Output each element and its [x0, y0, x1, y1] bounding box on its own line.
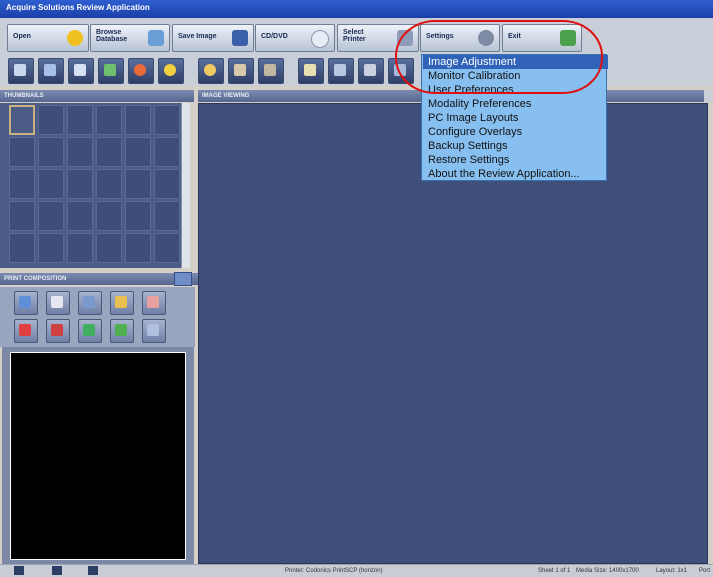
cine-icon[interactable] [98, 58, 124, 84]
save-image-button[interactable]: Save Image [172, 24, 254, 52]
thumbnail-cell[interactable] [67, 137, 93, 167]
status-printer: Printer: Codonics PrintSCP (horizon) [285, 568, 383, 574]
menu-item-about[interactable]: About the Review Application... [428, 167, 580, 181]
layout-icon[interactable] [8, 58, 34, 84]
thumbnail-cell[interactable] [38, 105, 64, 135]
save-image-label: Save Image [178, 33, 217, 40]
thumbnail-cell[interactable] [67, 105, 93, 135]
thumbnail-cell[interactable] [125, 137, 151, 167]
stop-icon[interactable] [128, 58, 154, 84]
import-icon[interactable] [78, 319, 102, 343]
thumbnail-cell[interactable] [38, 169, 64, 199]
viewport-tool-icon[interactable] [704, 90, 713, 102]
browse-database-label: Browse Database [96, 29, 128, 43]
layout-1-icon[interactable] [14, 566, 24, 575]
thumbnail-cell[interactable] [96, 169, 122, 199]
export-icon[interactable] [110, 319, 134, 343]
title-bar: Acquire Solutions Review Application [0, 0, 713, 18]
overlay-icon[interactable] [328, 58, 354, 84]
menu-item-pc-image-layouts[interactable]: PC Image Layouts [428, 111, 519, 125]
highlight-annotation-oval [395, 20, 603, 94]
thumbnail-cell[interactable] [154, 169, 180, 199]
thumbnail-cell[interactable] [9, 233, 35, 263]
open-folder-icon [67, 30, 83, 46]
duplicate-icon[interactable] [142, 319, 166, 343]
brightness-icon[interactable] [158, 58, 184, 84]
thumbnail-cell[interactable] [96, 233, 122, 263]
thumbnail-cell[interactable] [125, 169, 151, 199]
measure-icon[interactable] [258, 58, 284, 84]
status-orientation: Port [699, 568, 711, 574]
print-preview-sheet[interactable] [10, 352, 186, 560]
thumbnail-cell[interactable] [67, 169, 93, 199]
thumbnail-cell[interactable] [96, 105, 122, 135]
thumbnail-cell[interactable] [9, 105, 35, 135]
thumbnail-cell[interactable] [9, 201, 35, 231]
floppy-disk-icon [232, 30, 248, 46]
thumbnail-cell[interactable] [38, 233, 64, 263]
add-icon[interactable] [78, 291, 102, 315]
print-icon[interactable] [14, 291, 38, 315]
status-layout: Layout: 1x1 [656, 568, 688, 574]
thumbnail-cell[interactable] [9, 137, 35, 167]
menu-item-configure-overlays[interactable]: Configure Overlays [428, 125, 522, 139]
annotate-icon[interactable] [298, 58, 324, 84]
thumbnail-cell[interactable] [96, 137, 122, 167]
open-button[interactable]: Open [7, 24, 89, 52]
thumbnail-scrollbar[interactable] [181, 103, 190, 268]
split-icon[interactable] [68, 58, 94, 84]
thumbnail-cell[interactable] [67, 233, 93, 263]
thumbnail-cell[interactable] [154, 105, 180, 135]
copy-icon[interactable] [110, 291, 134, 315]
select-printer-label: Select Printer [343, 29, 366, 43]
print-refresh-icon[interactable] [174, 272, 192, 286]
thumbnail-cell[interactable] [96, 201, 122, 231]
browse-database-button[interactable]: Browse Database [90, 24, 170, 52]
layout-3-icon[interactable] [88, 566, 98, 575]
cd-dvd-button[interactable]: CD/DVD [255, 24, 335, 52]
grid-icon[interactable] [38, 58, 64, 84]
thumbnail-cell[interactable] [125, 233, 151, 263]
page-icon[interactable] [46, 291, 70, 315]
cd-icon [311, 30, 329, 48]
delete-icon[interactable] [14, 319, 38, 343]
thumbnail-cell[interactable] [125, 201, 151, 231]
thumbnail-cell[interactable] [154, 233, 180, 263]
status-bar: Printer: Codonics PrintSCP (horizon) She… [0, 564, 713, 577]
thumbnails-header: THUMBNAILS [0, 90, 194, 102]
thumbnail-cell[interactable] [154, 201, 180, 231]
zoom-icon[interactable] [198, 58, 224, 84]
status-media: Media Size: 1400x1700 [576, 568, 639, 574]
layout-2-icon[interactable] [52, 566, 62, 575]
thumbnail-cell[interactable] [154, 137, 180, 167]
clear-icon[interactable] [46, 319, 70, 343]
menu-item-restore-settings[interactable]: Restore Settings [428, 153, 509, 167]
thumbnail-cell[interactable] [125, 105, 151, 135]
paste-icon[interactable] [142, 291, 166, 315]
thumbnail-cell[interactable] [9, 169, 35, 199]
compare-icon[interactable] [358, 58, 384, 84]
thumbnail-cell[interactable] [38, 201, 64, 231]
database-icon [148, 30, 164, 46]
menu-item-backup-settings[interactable]: Backup Settings [428, 139, 508, 153]
open-label: Open [13, 33, 31, 40]
pan-icon[interactable] [228, 58, 254, 84]
cd-dvd-label: CD/DVD [261, 33, 288, 40]
thumbnail-cell[interactable] [67, 201, 93, 231]
status-sheet: Sheet 1 of 1 [538, 568, 571, 574]
window-title: Acquire Solutions Review Application [6, 3, 150, 12]
thumbnail-cell[interactable] [38, 137, 64, 167]
print-composition-header: PRINT COMPOSITION [0, 273, 199, 285]
menu-item-modality-preferences[interactable]: Modality Preferences [428, 97, 531, 111]
